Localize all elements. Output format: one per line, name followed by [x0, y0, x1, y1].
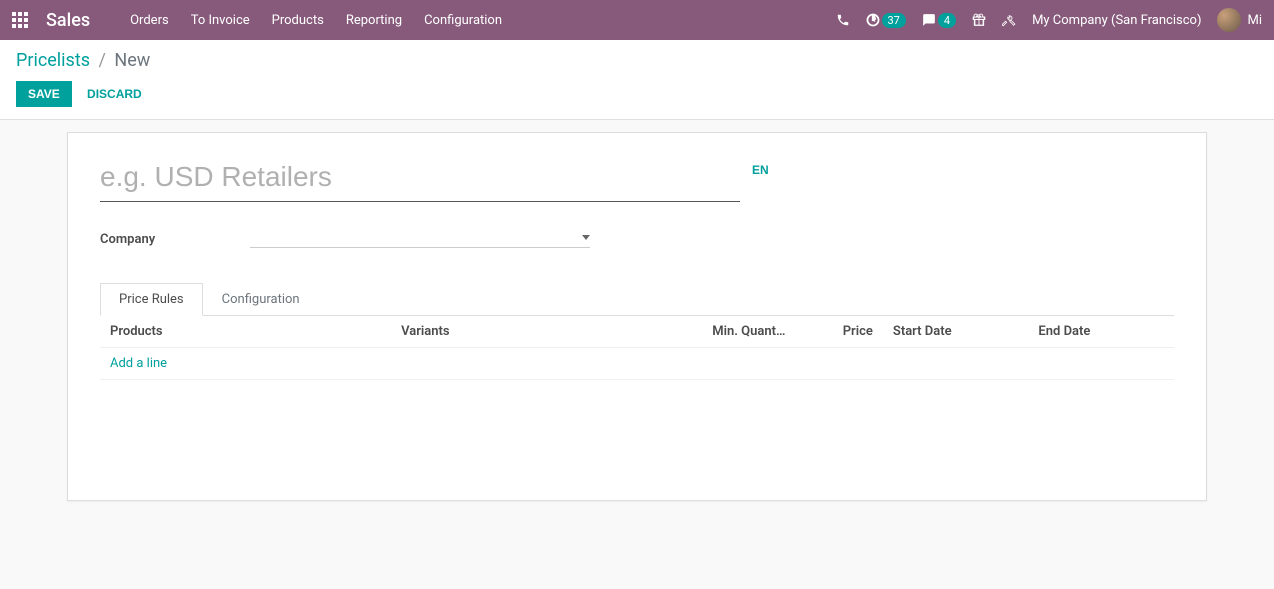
col-variants[interactable]: Variants [391, 316, 702, 348]
breadcrumb: Pricelists / New [16, 50, 1258, 71]
top-nav: Sales Orders To Invoice Products Reporti… [0, 0, 1274, 40]
tab-configuration[interactable]: Configuration [203, 283, 319, 316]
tools-icon[interactable] [1002, 13, 1016, 27]
add-line-link[interactable]: Add a line [110, 356, 167, 371]
nav-right: 37 4 My Company (San Francisco) Mi [836, 8, 1263, 32]
breadcrumb-current: New [114, 50, 150, 71]
pricelist-name-input[interactable] [100, 157, 740, 202]
chat-icon[interactable]: 4 [922, 13, 956, 28]
nav-orders[interactable]: Orders [130, 13, 169, 28]
company-selector[interactable]: My Company (San Francisco) [1032, 13, 1201, 28]
breadcrumb-parent[interactable]: Pricelists [16, 50, 90, 71]
apps-icon[interactable] [12, 12, 28, 28]
language-button[interactable]: EN [752, 163, 769, 177]
col-products[interactable]: Products [100, 316, 391, 348]
form-sheet: EN Company Price Rules Configuration Pro… [67, 132, 1207, 501]
nav-products[interactable]: Products [272, 13, 324, 28]
col-start-date[interactable]: Start Date [883, 316, 1029, 348]
company-label: Company [100, 232, 250, 247]
activity-icon[interactable]: 37 [866, 13, 906, 28]
nav-configuration[interactable]: Configuration [424, 13, 502, 28]
company-input[interactable] [250, 230, 582, 245]
user-name[interactable]: Mi [1247, 13, 1262, 28]
tabs: Price Rules Configuration [100, 282, 1174, 316]
control-panel: Pricelists / New SAVE DISCARD [0, 40, 1274, 120]
discard-button[interactable]: DISCARD [75, 81, 154, 107]
chevron-down-icon[interactable] [582, 235, 590, 240]
company-field[interactable] [250, 230, 590, 248]
chat-badge: 4 [938, 13, 956, 28]
app-brand[interactable]: Sales [46, 10, 90, 31]
col-price[interactable]: Price [803, 316, 883, 348]
price-rules-table: Products Variants Min. Quant… Price Star… [100, 316, 1174, 380]
gift-icon[interactable] [972, 13, 986, 27]
sheet-wrap: EN Company Price Rules Configuration Pro… [0, 132, 1274, 501]
col-end-date[interactable]: End Date [1028, 316, 1174, 348]
tab-price-rules[interactable]: Price Rules [100, 283, 203, 316]
nav-menu: Orders To Invoice Products Reporting Con… [130, 13, 502, 28]
avatar[interactable] [1217, 8, 1241, 32]
breadcrumb-sep: / [99, 50, 106, 71]
nav-to-invoice[interactable]: To Invoice [191, 13, 250, 28]
activity-badge: 37 [882, 13, 906, 28]
col-min-qty[interactable]: Min. Quant… [702, 316, 802, 348]
nav-reporting[interactable]: Reporting [346, 13, 402, 28]
phone-icon[interactable] [836, 13, 850, 27]
save-button[interactable]: SAVE [16, 81, 72, 107]
